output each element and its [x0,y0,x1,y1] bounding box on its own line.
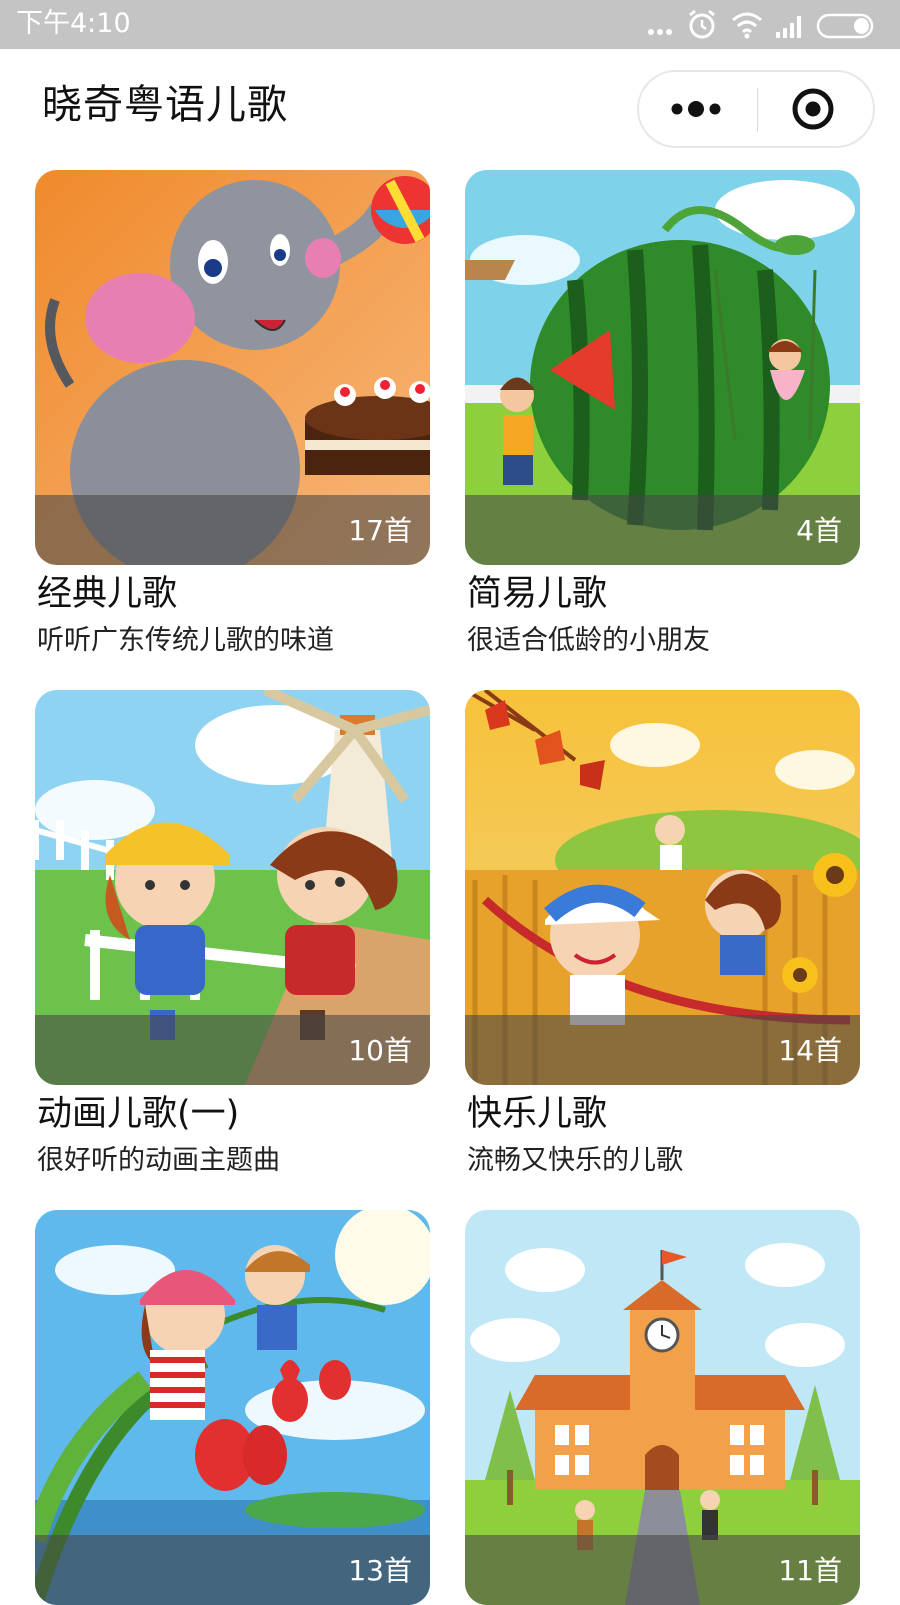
album-grid: 17首 经典儿歌 听听广东传统儿歌的味道 4首 简易儿歌 很适合低龄的小朋友 1… [0,0,900,1605]
album-card[interactable]: 10首 动画儿歌(一) 很好听的动画主题曲 [35,690,430,1176]
album-cover[interactable]: 4首 [465,170,860,565]
album-subtitle: 流畅又快乐的儿歌 [467,1145,683,1176]
album-card[interactable]: 13首 [35,1210,430,1605]
album-card[interactable]: 4首 简易儿歌 很适合低龄的小朋友 [465,170,860,656]
album-subtitle: 很好听的动画主题曲 [37,1145,280,1176]
album-cover[interactable]: 17首 [35,170,430,565]
album-title[interactable]: 快乐儿歌 [467,1090,607,1138]
song-count: 11首 [778,1554,842,1587]
album-title[interactable]: 经典儿歌 [37,570,177,618]
song-count: 10首 [348,1034,412,1067]
song-count: 4首 [796,514,842,547]
album-cover[interactable]: 14首 [465,690,860,1085]
song-count: 14首 [778,1034,842,1067]
album-cover[interactable]: 10首 [35,690,430,1085]
count-overlay: 4首 [465,495,860,565]
album-cover[interactable]: 13首 [35,1210,430,1605]
album-card[interactable]: 11首 [465,1210,860,1605]
album-card[interactable]: 17首 经典儿歌 听听广东传统儿歌的味道 [35,170,430,656]
song-count: 13首 [348,1554,412,1587]
count-overlay: 10首 [35,1015,430,1085]
count-overlay: 13首 [35,1535,430,1605]
album-title[interactable]: 动画儿歌(一) [37,1090,239,1138]
album-card[interactable]: 14首 快乐儿歌 流畅又快乐的儿歌 [465,690,860,1176]
count-overlay: 14首 [465,1015,860,1085]
count-overlay: 11首 [465,1535,860,1605]
count-overlay: 17首 [35,495,430,565]
album-subtitle: 听听广东传统儿歌的味道 [37,625,334,656]
song-count: 17首 [348,514,412,547]
album-title[interactable]: 简易儿歌 [467,570,607,618]
album-subtitle: 很适合低龄的小朋友 [467,625,710,656]
album-cover[interactable]: 11首 [465,1210,860,1605]
